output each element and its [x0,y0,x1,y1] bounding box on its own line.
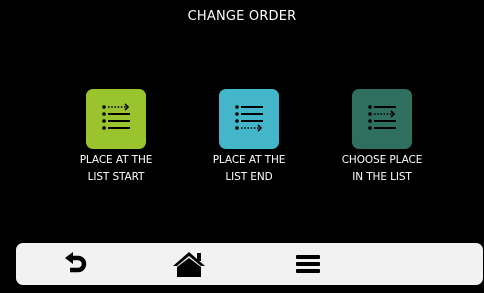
back-button[interactable] [56,249,96,279]
back-arrow-icon [65,252,87,273]
place-at-list-start-label: PLACE AT THE LIST START [79,154,153,183]
place-at-list-end-tile[interactable] [219,89,279,149]
list-insert-end-icon [235,105,263,132]
place-at-list-end-label: PLACE AT THE LIST END [212,154,286,183]
choose-place-in-list-tile[interactable] [352,89,412,149]
place-at-list-start-button[interactable]: PLACE AT THE LIST START [56,89,176,186]
choose-place-in-list-button[interactable]: CHOOSE PLACE IN THE LIST [322,89,442,186]
menu-icon [296,255,320,273]
bottom-nav-bar [16,243,483,285]
page-title: CHANGE ORDER [187,9,297,24]
list-insert-middle-icon [368,105,396,130]
list-insert-start-icon [102,103,130,130]
place-at-list-end-button[interactable]: PLACE AT THE LIST END [189,89,309,186]
home-icon [173,252,205,277]
choose-place-in-list-label: CHOOSE PLACE IN THE LIST [341,154,423,183]
place-at-list-start-tile[interactable] [86,89,146,149]
screen: CHANGE ORDER PLACE AT THE LIST START PLA… [0,0,484,293]
home-button[interactable] [169,249,209,279]
menu-button[interactable] [288,249,328,279]
